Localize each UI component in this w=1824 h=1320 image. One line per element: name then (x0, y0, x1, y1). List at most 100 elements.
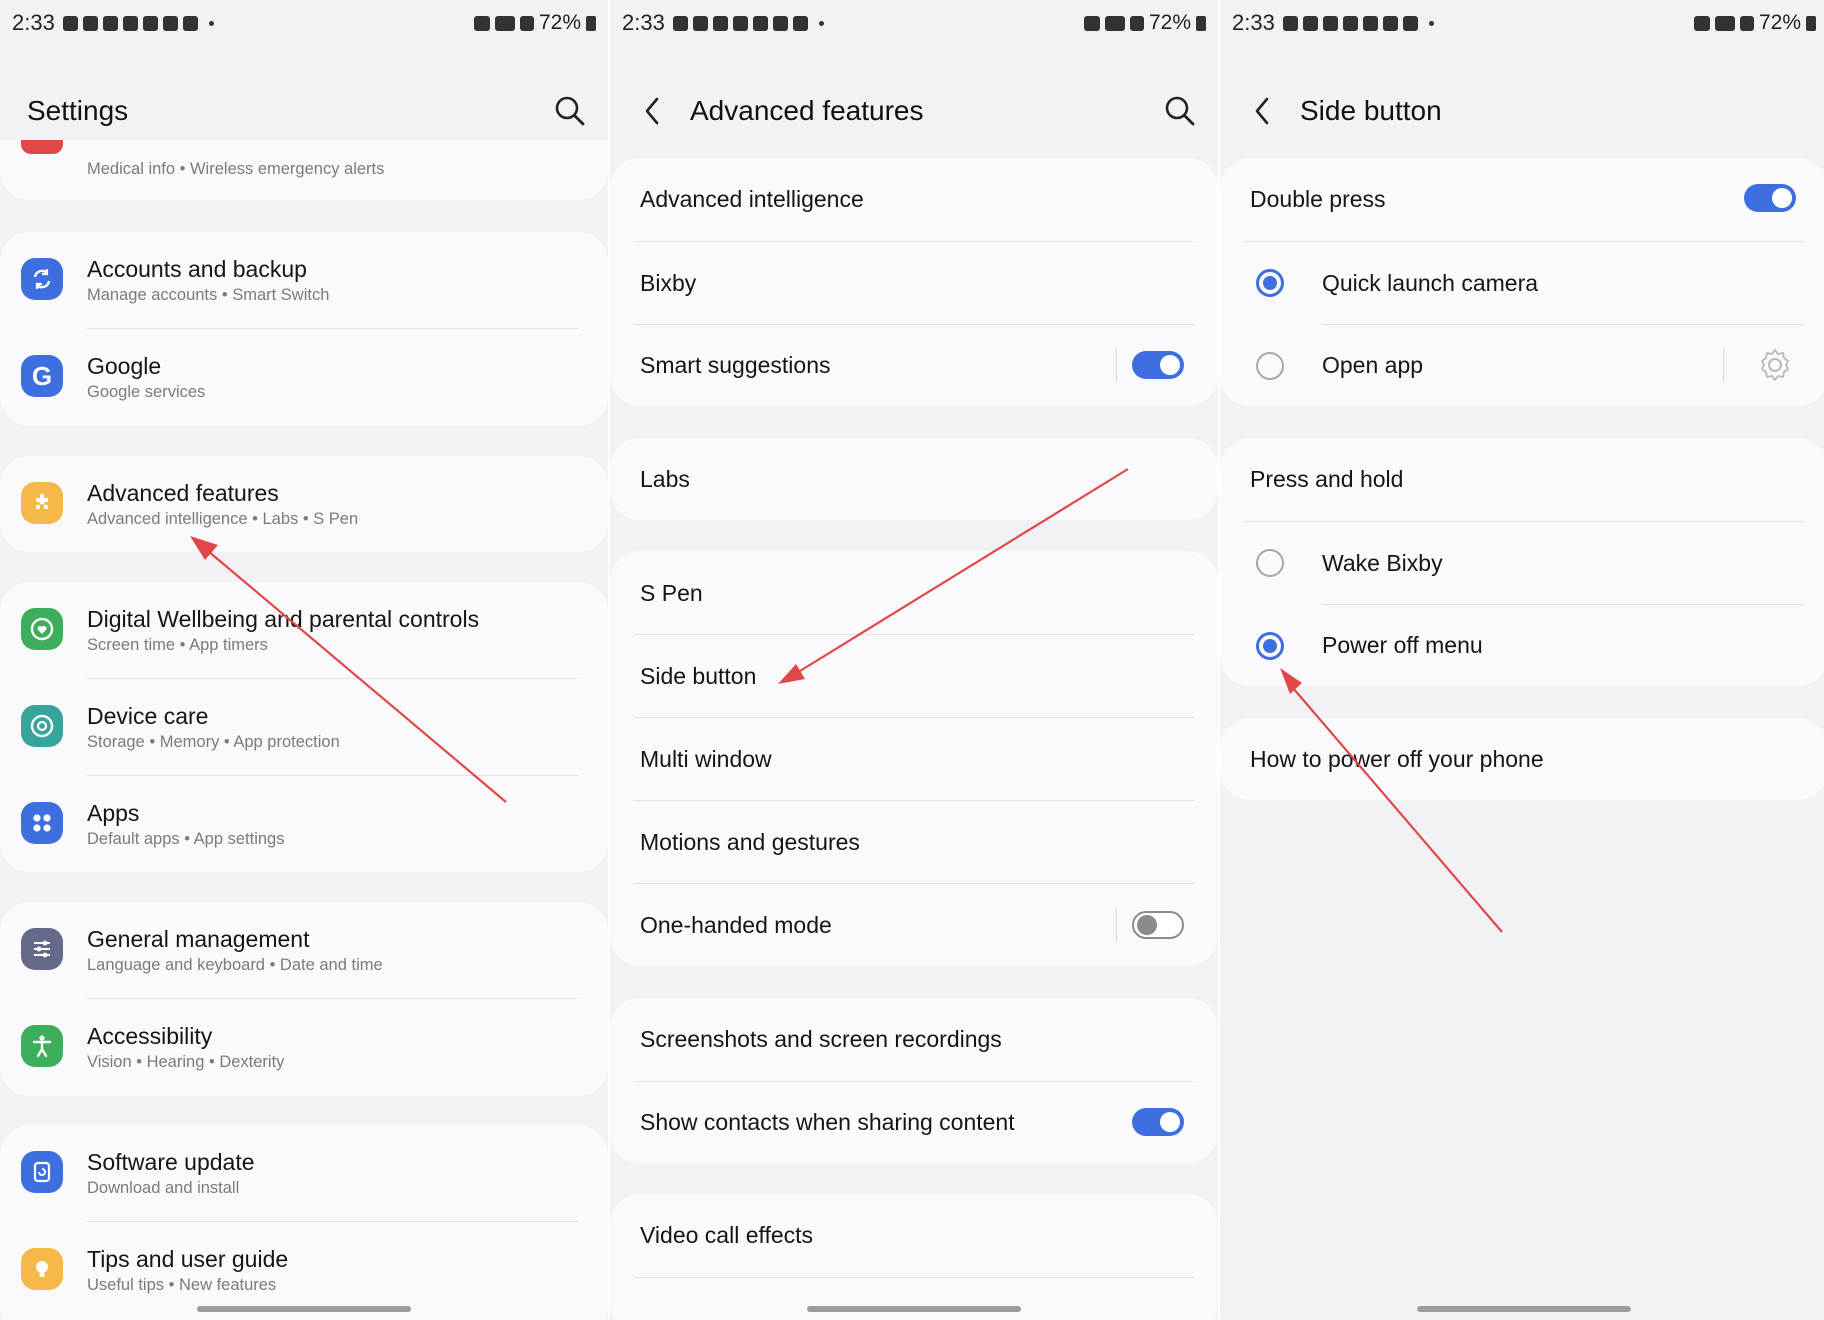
settings-item-accessibility[interactable]: Accessibility Vision • Hearing • Dexteri… (0, 999, 608, 1095)
more-notifications-dot (208, 20, 214, 26)
item-title: Accessibility (87, 1023, 213, 1049)
option-label: Wake Bixby (1322, 550, 1443, 576)
radio-button[interactable] (1256, 549, 1284, 577)
item-subtitle: Google services (87, 383, 206, 401)
item-label: Side button (640, 663, 757, 689)
menu-item-advanced-intelligence[interactable]: Advanced intelligence (610, 158, 1218, 241)
settings-item-tips[interactable]: Tips and user guide Useful tips • New fe… (0, 1222, 608, 1318)
device-care-icon (21, 705, 63, 747)
item-subtitle: Vision • Hearing • Dexterity (87, 1053, 285, 1071)
settings-item-general-management[interactable]: General management Language and keyboard… (0, 902, 608, 998)
double-press-toggle[interactable] (1744, 184, 1796, 212)
vertical-divider (1116, 348, 1117, 382)
back-button[interactable] (1248, 94, 1276, 128)
home-indicator[interactable] (1417, 1306, 1631, 1312)
page-title: Settings (27, 95, 129, 126)
chevron-left-icon (1255, 97, 1269, 125)
menu-item-bixby[interactable]: Bixby (610, 242, 1218, 324)
app-icon (732, 15, 748, 31)
item-title: Apps (87, 800, 140, 826)
one-handed-mode-toggle[interactable] (1132, 911, 1184, 939)
item-subtitle: Advanced intelligence • Labs • S Pen (87, 510, 359, 528)
wellbeing-card: Digital Wellbeing and parental controls … (0, 582, 608, 872)
item-label: Bixby (640, 270, 697, 296)
advanced-header: Advanced features (610, 80, 1218, 142)
sliders-icon (21, 928, 63, 970)
safety-subtitle: Medical info • Wireless emergency alerts (87, 160, 385, 178)
radio-button-selected[interactable] (1256, 632, 1284, 660)
item-label: Show contacts when sharing content (640, 1109, 1015, 1135)
sync-icon (21, 258, 63, 300)
menu-item-labs[interactable]: Labs (610, 438, 1218, 520)
home-indicator[interactable] (197, 1306, 411, 1312)
option-wake-bixby[interactable]: Wake Bixby (1220, 522, 1824, 604)
mute-icon (1083, 15, 1100, 31)
section-label: Double press (1250, 186, 1386, 212)
settings-item-digital-wellbeing[interactable]: Digital Wellbeing and parental controls … (0, 582, 608, 678)
vertical-divider (1116, 908, 1117, 942)
status-right: 72% (473, 11, 596, 35)
show-contacts-toggle[interactable] (1132, 1108, 1184, 1136)
item-title: Digital Wellbeing and parental controls (87, 606, 480, 632)
double-press-row[interactable]: Double press (1220, 158, 1824, 241)
gear-icon[interactable] (1756, 346, 1794, 384)
settings-item-advanced-features[interactable]: Advanced features Advanced intelligence … (0, 456, 608, 552)
google-g-icon: G (21, 355, 63, 397)
settings-item-accounts[interactable]: Accounts and backup Manage accounts • Sm… (0, 232, 608, 328)
smart-suggestions-toggle[interactable] (1132, 351, 1184, 379)
more-notifications-dot (818, 20, 824, 26)
status-right: 72% (1693, 11, 1816, 35)
settings-item-device-care[interactable]: Device care Storage • Memory • App prote… (0, 679, 608, 775)
item-title: General management (87, 926, 310, 952)
accessibility-icon (21, 1025, 63, 1067)
search-icon[interactable] (552, 93, 588, 129)
update-icon (21, 1151, 63, 1193)
item-label: Labs (640, 466, 690, 492)
gallery-icon (1282, 15, 1298, 31)
item-subtitle: Storage • Memory • App protection (87, 733, 340, 751)
gallery-icon (672, 15, 688, 31)
app-icon (102, 15, 118, 31)
notification-icons (62, 15, 214, 31)
option-quick-launch-camera[interactable]: Quick launch camera (1220, 242, 1824, 324)
item-label: Advanced intelligence (640, 186, 864, 212)
home-indicator[interactable] (807, 1306, 1021, 1312)
item-label: Smart suggestions (640, 352, 831, 378)
page-title: Side button (1300, 95, 1442, 126)
press-hold-header: Press and hold (1220, 438, 1824, 521)
item-title: Software update (87, 1149, 255, 1175)
menu-item-screenshots[interactable]: Screenshots and screen recordings (610, 998, 1218, 1081)
option-open-app[interactable]: Open app (1220, 325, 1824, 406)
how-to-power-off-link[interactable]: How to power off your phone (1220, 718, 1824, 800)
status-time: 2:33 (622, 10, 665, 35)
chevron-left-icon (645, 97, 659, 125)
more-notifications-dot (1428, 20, 1434, 26)
radio-button[interactable] (1256, 352, 1284, 380)
safety-card: Medical info • Wireless emergency alerts (0, 140, 608, 200)
menu-item-video-call-effects[interactable]: Video call effects (610, 1194, 1218, 1277)
menu-item-motions-gestures[interactable]: Motions and gestures (610, 801, 1218, 883)
menu-item-smart-suggestions[interactable]: Smart suggestions (610, 325, 1218, 406)
battery-icon (1196, 15, 1206, 31)
item-subtitle: Screen time • App timers (87, 636, 268, 654)
settings-item-apps[interactable]: Apps Default apps • App settings (0, 776, 608, 872)
item-label: Video call effects (640, 1222, 814, 1248)
status-bar: 2:33 72% (0, 0, 608, 46)
back-button[interactable] (638, 94, 666, 128)
settings-item-software-update[interactable]: Software update Download and install (0, 1125, 608, 1221)
menu-item-multi-window[interactable]: Multi window (610, 718, 1218, 800)
radio-button-selected[interactable] (1256, 269, 1284, 297)
settings-item-google[interactable]: G Google Google services (0, 329, 608, 425)
item-subtitle: Manage accounts • Smart Switch (87, 286, 330, 304)
item-label: Motions and gestures (640, 829, 860, 855)
menu-item-show-contacts[interactable]: Show contacts when sharing content (610, 1082, 1218, 1163)
search-icon[interactable] (1162, 93, 1198, 129)
menu-item-s-pen[interactable]: S Pen (610, 551, 1218, 634)
advanced-features-screen: 2:33 72% Advanced features Advanced inte… (610, 0, 1218, 1320)
wifi-icon (1714, 15, 1735, 31)
menu-item-side-button[interactable]: Side button (610, 635, 1218, 717)
accounts-card: Accounts and backup Manage accounts • Sm… (0, 232, 608, 426)
side-button-screen: 2:33 72% Side button Double press Quick … (1220, 0, 1824, 1320)
menu-item-one-handed-mode[interactable]: One-handed mode (610, 884, 1218, 966)
option-power-off-menu[interactable]: Power off menu (1220, 605, 1824, 686)
